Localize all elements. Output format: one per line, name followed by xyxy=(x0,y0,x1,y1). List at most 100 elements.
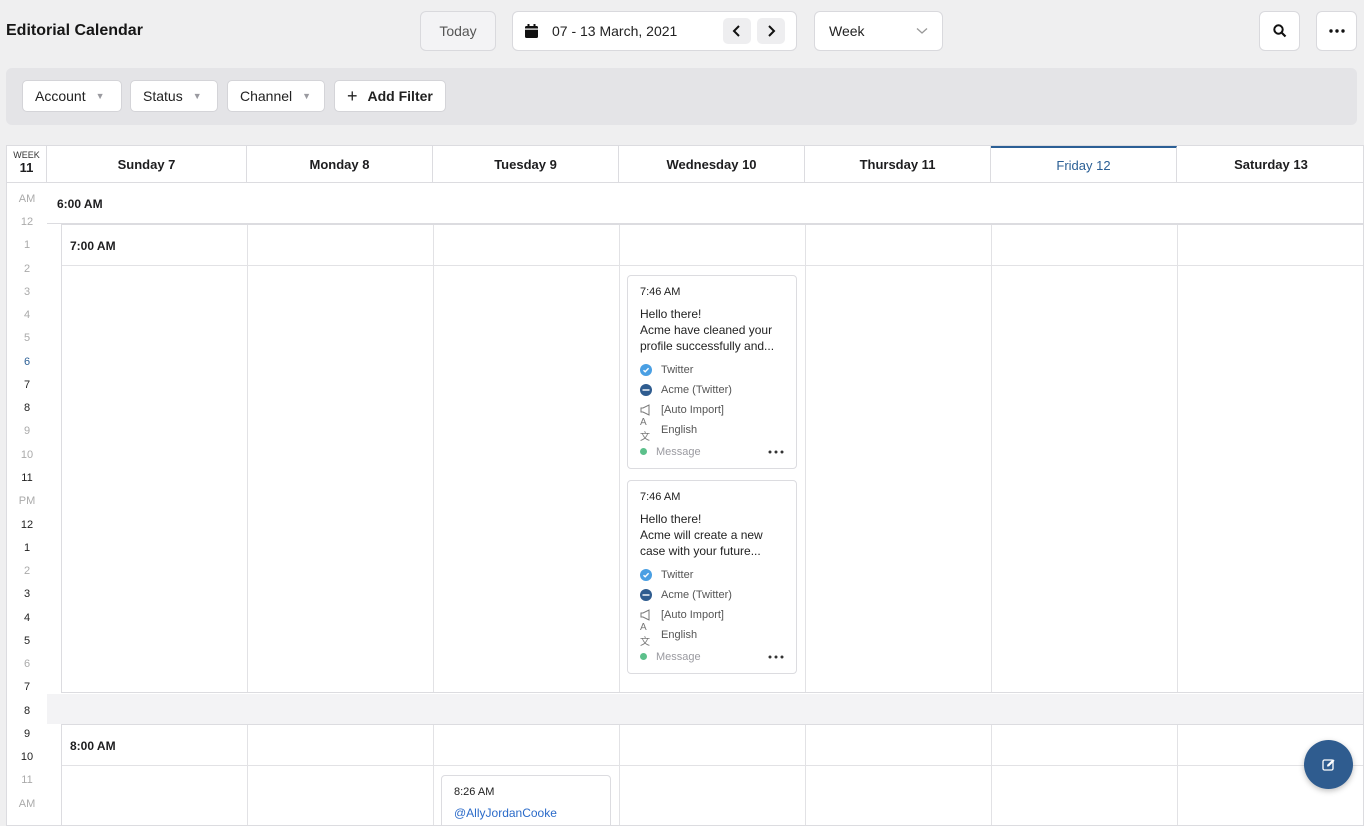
view-select[interactable]: Week xyxy=(814,11,943,51)
time-slot-8am[interactable]: 8:00 AM xyxy=(61,724,1363,825)
week-label: WEEK xyxy=(13,150,40,160)
twitter-icon xyxy=(640,569,652,581)
hour-marker: 2 xyxy=(23,263,31,275)
hour-marker: 11 xyxy=(21,472,33,484)
status-filter-label: Status xyxy=(143,88,183,104)
post-campaign-label: [Auto Import] xyxy=(661,404,724,416)
column-divider xyxy=(805,725,806,825)
post-status-label: Message xyxy=(656,651,701,663)
post-footer: Message xyxy=(640,651,784,663)
view-select-value: Week xyxy=(829,23,865,39)
translate-icon: A文 xyxy=(640,417,650,443)
caret-down-icon: ▼ xyxy=(95,91,105,101)
post-card[interactable]: 7:46 AM Hello there! Acme will create a … xyxy=(627,480,797,674)
previous-week-button[interactable] xyxy=(723,18,751,44)
column-divider xyxy=(433,725,434,825)
hour-marker: 7 xyxy=(23,681,31,693)
hour-marker: 10 xyxy=(20,449,34,461)
plus-icon: + xyxy=(347,85,358,106)
status-filter[interactable]: Status ▼ xyxy=(130,80,218,112)
week-number: 11 xyxy=(19,160,34,175)
status-dot-icon xyxy=(640,653,647,660)
channel-filter-label: Channel xyxy=(240,88,293,104)
post-card[interactable]: 8:26 AM @AllyJordanCooke xyxy=(441,775,611,825)
megaphone-icon xyxy=(640,404,652,416)
caret-down-icon: ▼ xyxy=(302,91,312,101)
caret-down-icon: ▼ xyxy=(192,91,202,101)
day-header-thursday[interactable]: Thursday 11 xyxy=(805,146,991,183)
post-card[interactable]: 7:46 AM Hello there! Acme have cleaned y… xyxy=(627,275,797,469)
hour-marker: AM xyxy=(18,798,36,810)
hour-marker: 1 xyxy=(23,542,31,554)
chevron-down-icon xyxy=(916,28,928,34)
post-handle[interactable]: @AllyJordanCooke xyxy=(454,806,598,820)
hour-marker: 10 xyxy=(20,751,34,763)
hour-marker: 3 xyxy=(23,588,31,600)
more-horizontal-icon[interactable] xyxy=(768,450,784,454)
post-language-label: English xyxy=(661,629,698,641)
hour-marker: 12 xyxy=(20,519,34,531)
time-slot-6am[interactable]: 6:00 AM xyxy=(47,183,1363,224)
date-range-picker[interactable]: 07 - 13 March, 2021 xyxy=(512,11,797,51)
compose-icon xyxy=(1321,758,1335,771)
post-campaign: [Auto Import] xyxy=(640,605,784,625)
post-campaign-label: [Auto Import] xyxy=(661,609,724,621)
day-header-monday[interactable]: Monday 8 xyxy=(247,146,433,183)
today-button[interactable]: Today xyxy=(420,11,496,51)
more-horizontal-icon[interactable] xyxy=(768,655,784,659)
hour-marker: 11 xyxy=(21,774,33,786)
calendar-header-row: WEEK 11 Sunday 7 Monday 8 Tuesday 9 Wedn… xyxy=(7,146,1363,183)
post-campaign: [Auto Import] xyxy=(640,400,784,420)
post-channel: Twitter xyxy=(640,360,784,380)
hour-marker: 5 xyxy=(23,635,31,647)
hour-marker: 1 xyxy=(23,239,31,251)
post-status: Message xyxy=(640,446,701,458)
chevron-left-icon xyxy=(732,25,740,37)
post-channel-label: Twitter xyxy=(661,569,694,581)
post-account-label: Acme (Twitter) xyxy=(661,384,732,396)
search-icon xyxy=(1272,24,1286,38)
post-status-label: Message xyxy=(656,446,701,458)
column-divider xyxy=(619,225,620,692)
week-calendar: WEEK 11 Sunday 7 Monday 8 Tuesday 9 Wedn… xyxy=(6,145,1364,826)
slot-gap xyxy=(47,694,1363,724)
next-week-button[interactable] xyxy=(757,18,785,44)
hour-marker: 4 xyxy=(23,309,31,321)
post-account: Acme (Twitter) xyxy=(640,380,784,400)
hour-marker: 9 xyxy=(23,425,31,437)
day-header-saturday[interactable]: Saturday 13 xyxy=(1177,146,1363,183)
column-divider xyxy=(247,225,248,692)
chevron-right-icon xyxy=(768,25,776,37)
time-slot-header: 7:00 AM xyxy=(62,225,1363,266)
hour-marker: 4 xyxy=(23,612,31,624)
search-button[interactable] xyxy=(1259,11,1300,51)
more-options-button[interactable] xyxy=(1316,11,1357,51)
day-header-friday[interactable]: Friday 12 xyxy=(991,146,1177,183)
filter-bar: Account ▼ Status ▼ Channel ▼ + Add Filte… xyxy=(6,68,1357,125)
hour-marker: 7 xyxy=(23,379,31,391)
hour-marker: 6 xyxy=(23,658,31,670)
day-header-sunday[interactable]: Sunday 7 xyxy=(47,146,247,183)
hour-marker: 3 xyxy=(23,286,31,298)
column-divider xyxy=(433,225,434,692)
account-filter[interactable]: Account ▼ xyxy=(22,80,122,112)
compose-button[interactable] xyxy=(1304,740,1353,789)
post-language: A文 English xyxy=(640,622,784,648)
post-text-line: Acme will create a new case with your fu… xyxy=(640,528,763,558)
more-horizontal-icon xyxy=(1328,29,1345,33)
megaphone-icon xyxy=(640,609,652,621)
post-time: 7:46 AM xyxy=(640,491,681,503)
hour-rail[interactable]: AM 12 1 2 3 4 5 6 7 8 9 10 11 PM 12 1 2 … xyxy=(7,183,47,825)
day-header-tuesday[interactable]: Tuesday 9 xyxy=(433,146,619,183)
add-filter-label: Add Filter xyxy=(367,88,433,104)
account-avatar-icon xyxy=(640,384,652,396)
post-account: Acme (Twitter) xyxy=(640,585,784,605)
week-number-cell: WEEK 11 xyxy=(7,146,47,183)
hour-marker: 9 xyxy=(23,728,31,740)
day-header-wednesday[interactable]: Wednesday 10 xyxy=(619,146,805,183)
channel-filter[interactable]: Channel ▼ xyxy=(227,80,325,112)
add-filter-button[interactable]: + Add Filter xyxy=(334,80,446,112)
column-divider xyxy=(991,725,992,825)
page-title: Editorial Calendar xyxy=(6,22,143,39)
hour-marker: 8 xyxy=(23,402,31,414)
